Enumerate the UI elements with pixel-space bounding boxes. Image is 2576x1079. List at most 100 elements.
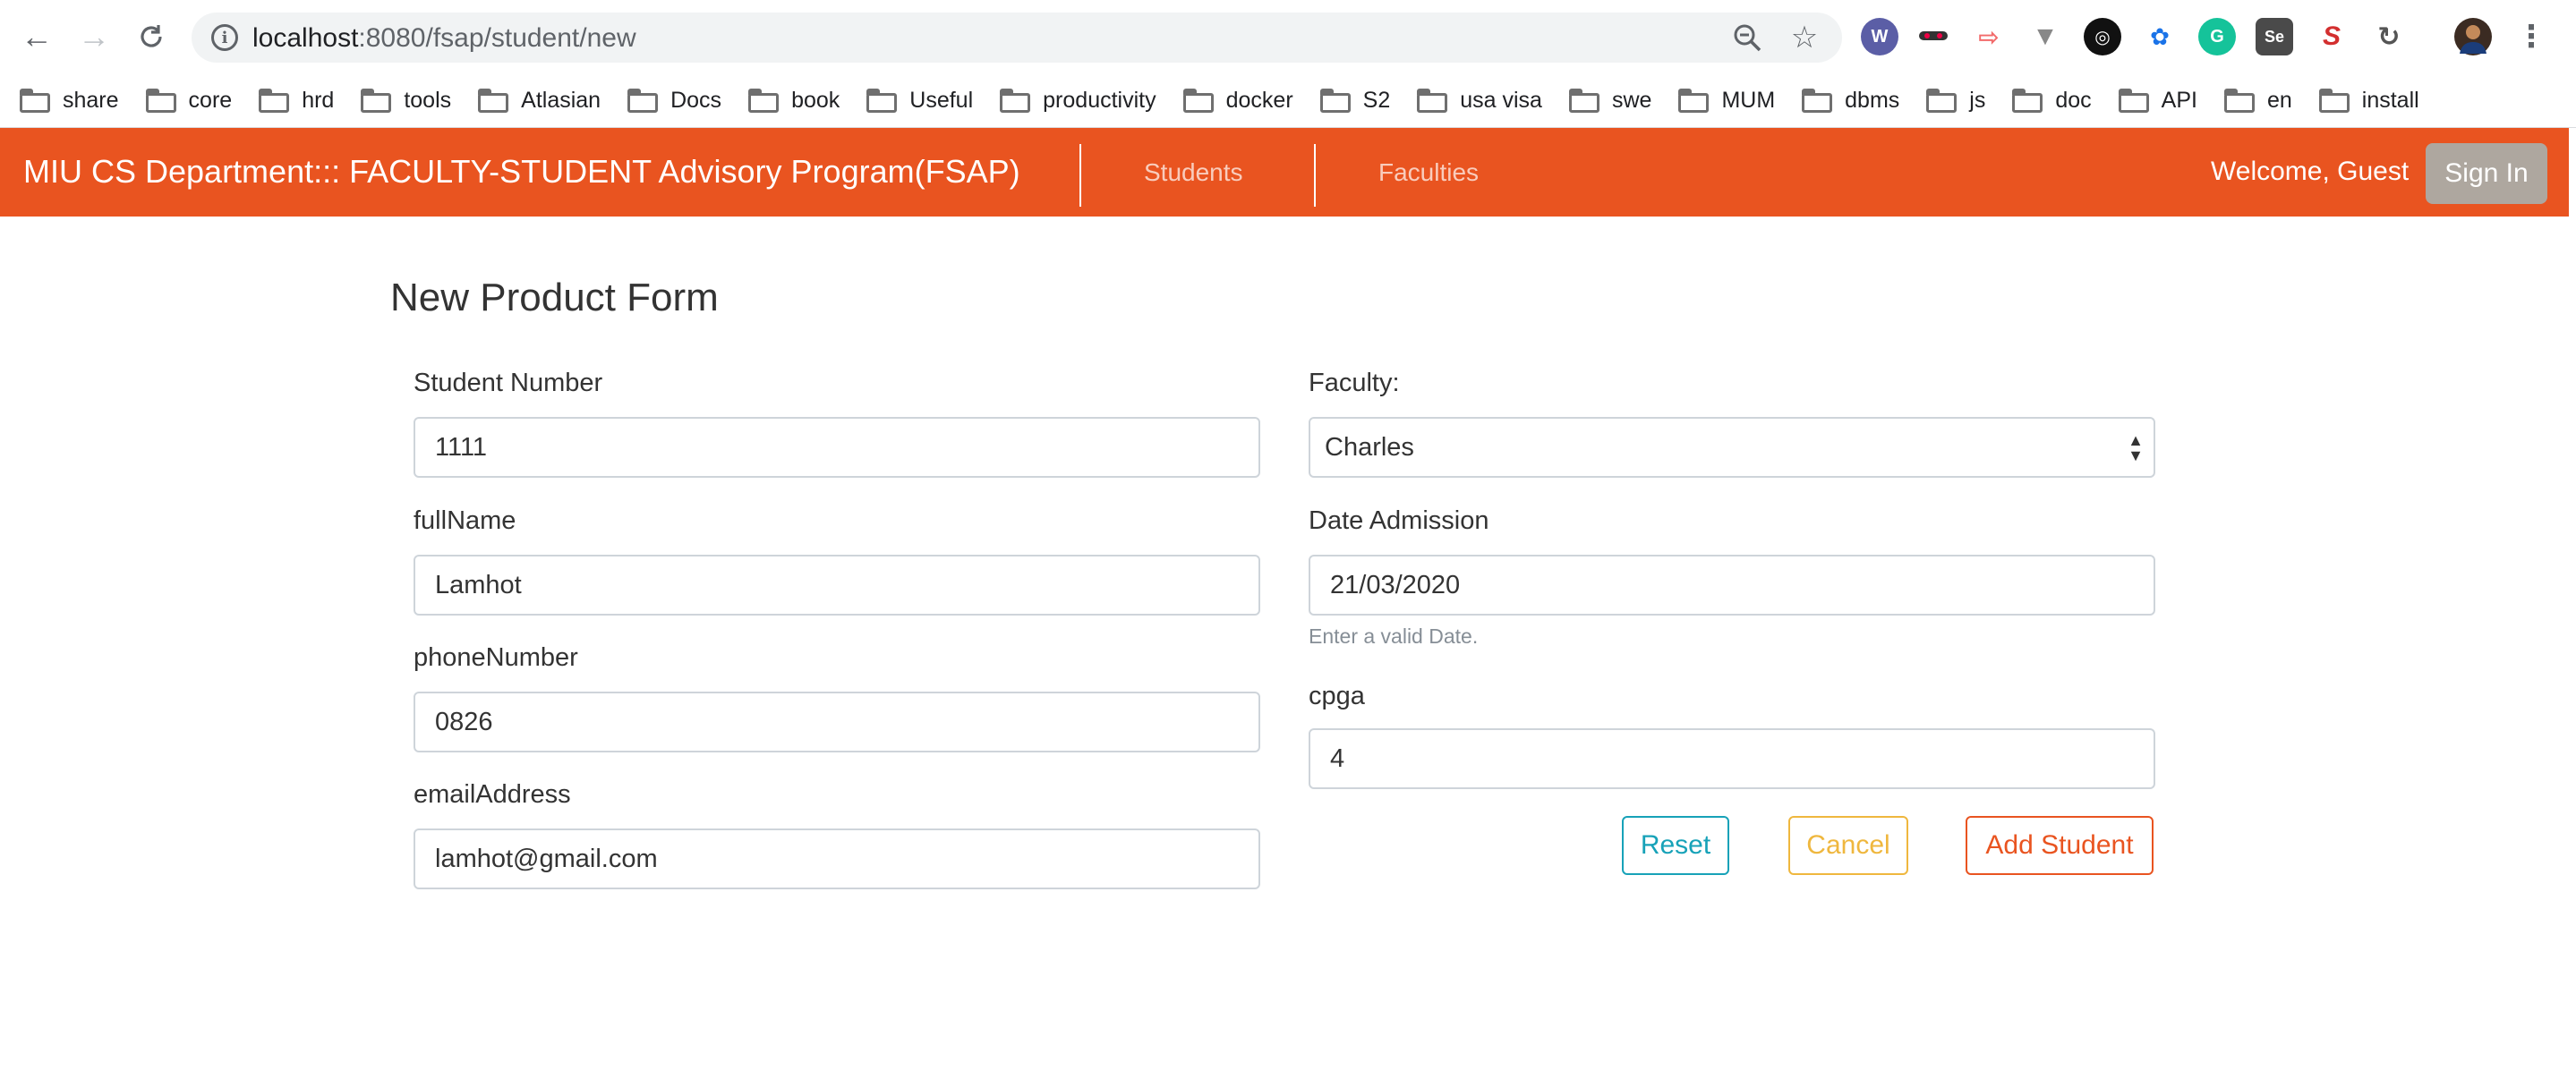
bookmark-label: API bbox=[2161, 88, 2197, 113]
bookmark-star-icon[interactable]: ☆ bbox=[1787, 20, 1822, 55]
folder-icon bbox=[1000, 88, 1031, 114]
bookmark-folder[interactable]: share bbox=[18, 81, 128, 121]
bookmark-label: dbms bbox=[1845, 88, 1900, 113]
folder-icon bbox=[2223, 88, 2255, 114]
url-text[interactable]: localhost:8080/fsap/student/new bbox=[252, 23, 636, 54]
reset-button[interactable]: Reset bbox=[1622, 816, 1729, 875]
folder-icon bbox=[1568, 88, 1599, 114]
bookmark-label: Docs bbox=[670, 88, 722, 113]
extension-s-icon[interactable]: S bbox=[2313, 18, 2350, 55]
extension-selenium-icon[interactable]: Se bbox=[2256, 18, 2293, 55]
bookmark-folder[interactable]: Atlasian bbox=[476, 81, 610, 121]
extension-compass-icon[interactable]: ✿ bbox=[2141, 18, 2179, 55]
add-student-button[interactable]: Add Student bbox=[1966, 816, 2154, 875]
cpga-input[interactable]: 4 bbox=[1309, 728, 2155, 789]
folder-icon bbox=[20, 88, 50, 114]
url-host: localhost bbox=[252, 23, 359, 53]
nav-link-faculties[interactable]: Faculties bbox=[1378, 158, 1479, 187]
bookmark-label: Atlasian bbox=[521, 88, 601, 113]
welcome-text: Welcome, Guest bbox=[2211, 157, 2410, 186]
bookmark-folder[interactable]: MUM bbox=[1676, 81, 1784, 121]
nav-link-students[interactable]: Students bbox=[1144, 158, 1243, 187]
bookmark-folder[interactable]: dbms bbox=[1800, 81, 1908, 121]
bookmark-label: S2 bbox=[1362, 88, 1391, 113]
bookmark-folder[interactable]: en bbox=[2222, 81, 2301, 121]
browser-menu-icon[interactable]: ⋮ bbox=[2513, 14, 2549, 59]
full-name-input[interactable]: Lamhot bbox=[414, 555, 1260, 616]
extension-grammarly-icon[interactable]: G bbox=[2198, 18, 2236, 55]
extension-sync-icon[interactable]: ↻ bbox=[2370, 18, 2408, 55]
bookmark-folder[interactable]: install bbox=[2317, 81, 2428, 121]
bookmark-folder[interactable]: usa visa bbox=[1415, 81, 1551, 121]
faculty-selected-value: Charles bbox=[1325, 432, 1414, 462]
folder-icon bbox=[1926, 88, 1958, 114]
folder-icon bbox=[478, 88, 509, 114]
bookmarks-bar: share core hrd tools Atlasian Docs book … bbox=[0, 74, 2576, 128]
zoom-icon[interactable] bbox=[1729, 20, 1765, 55]
bookmark-folder[interactable]: tools bbox=[359, 81, 460, 121]
bookmark-folder[interactable]: book bbox=[746, 81, 849, 121]
folder-icon bbox=[2118, 88, 2149, 114]
url-path: :8080/fsap/student/new bbox=[358, 23, 636, 53]
bookmark-folder[interactable]: S2 bbox=[1318, 81, 1400, 121]
info-icon[interactable]: i bbox=[211, 24, 238, 51]
faculty-select[interactable]: Charles ▲ ▼ bbox=[1309, 417, 2155, 478]
bookmark-label: share bbox=[63, 88, 119, 113]
folder-icon bbox=[145, 88, 176, 114]
bookmark-folder[interactable]: js bbox=[1924, 81, 1994, 121]
email-address-label: emailAddress bbox=[414, 780, 571, 809]
extension-incognito-icon[interactable] bbox=[1915, 18, 1952, 55]
folder-icon bbox=[1319, 88, 1351, 114]
bookmark-folder[interactable]: doc bbox=[2010, 81, 2100, 121]
bookmark-folder[interactable]: swe bbox=[1567, 81, 1660, 121]
extension-target-icon[interactable]: ◎ bbox=[2084, 18, 2121, 55]
folder-icon bbox=[361, 88, 392, 114]
date-admission-hint: Enter a valid Date. bbox=[1309, 624, 1479, 648]
bookmark-folder[interactable]: Useful bbox=[865, 81, 982, 121]
phone-number-input[interactable]: 0826 bbox=[414, 692, 1260, 752]
bookmark-folder[interactable]: core bbox=[144, 81, 242, 121]
cancel-button[interactable]: Cancel bbox=[1788, 816, 1908, 875]
sign-in-button[interactable]: Sign In bbox=[2426, 143, 2547, 204]
back-button[interactable]: ← bbox=[14, 14, 59, 59]
bookmark-label: productivity bbox=[1043, 88, 1156, 113]
page-edge bbox=[2569, 128, 2576, 1079]
app-navbar: MIU CS Department::: FACULTY-STUDENT Adv… bbox=[0, 128, 2576, 217]
address-bar[interactable]: i localhost:8080/fsap/student/new ☆ bbox=[192, 13, 1842, 63]
page-title: New Product Form bbox=[390, 276, 719, 319]
folder-icon bbox=[1678, 88, 1710, 114]
email-address-input[interactable]: lamhot@gmail.com bbox=[414, 828, 1260, 889]
folder-icon bbox=[866, 88, 898, 114]
bookmark-label: install bbox=[2361, 88, 2419, 113]
folder-icon bbox=[748, 88, 780, 114]
date-admission-label: Date Admission bbox=[1309, 506, 1489, 535]
folder-icon bbox=[2318, 88, 2350, 114]
bookmark-folder[interactable]: docker bbox=[1181, 81, 1302, 121]
bookmark-folder[interactable]: productivity bbox=[998, 81, 1164, 121]
reload-button[interactable] bbox=[129, 14, 174, 59]
date-admission-input[interactable]: 21/03/2020 bbox=[1309, 555, 2155, 616]
bookmark-label: book bbox=[791, 88, 840, 113]
bookmark-label: Useful bbox=[909, 88, 974, 113]
select-arrows-icon: ▲ ▼ bbox=[2128, 431, 2144, 464]
bookmark-label: tools bbox=[404, 88, 452, 113]
bookmark-label: js bbox=[1969, 88, 1986, 113]
forward-button[interactable]: → bbox=[72, 14, 116, 59]
bookmark-folder[interactable]: Docs bbox=[626, 81, 730, 121]
navbar-divider bbox=[1079, 144, 1081, 207]
bookmark-label: swe bbox=[1611, 88, 1652, 113]
profile-avatar[interactable] bbox=[2454, 18, 2492, 55]
extension-vue-icon[interactable]: ▼ bbox=[2026, 18, 2064, 55]
extension-arrow-icon[interactable]: ⇨ bbox=[1970, 18, 2008, 55]
student-number-input[interactable]: 1111 bbox=[414, 417, 1260, 478]
phone-number-label: phoneNumber bbox=[414, 643, 578, 672]
folder-icon bbox=[1417, 88, 1448, 114]
bookmark-folder[interactable]: API bbox=[2117, 81, 2206, 121]
bookmark-label: doc bbox=[2055, 88, 2092, 113]
bookmark-label: MUM bbox=[1721, 88, 1776, 113]
navbar-brand[interactable]: MIU CS Department::: FACULTY-STUDENT Adv… bbox=[23, 153, 1020, 191]
extension-globe-icon[interactable]: W bbox=[1861, 18, 1898, 55]
navbar-divider bbox=[1314, 144, 1316, 207]
folder-icon bbox=[259, 88, 290, 114]
bookmark-folder[interactable]: hrd bbox=[257, 81, 343, 121]
